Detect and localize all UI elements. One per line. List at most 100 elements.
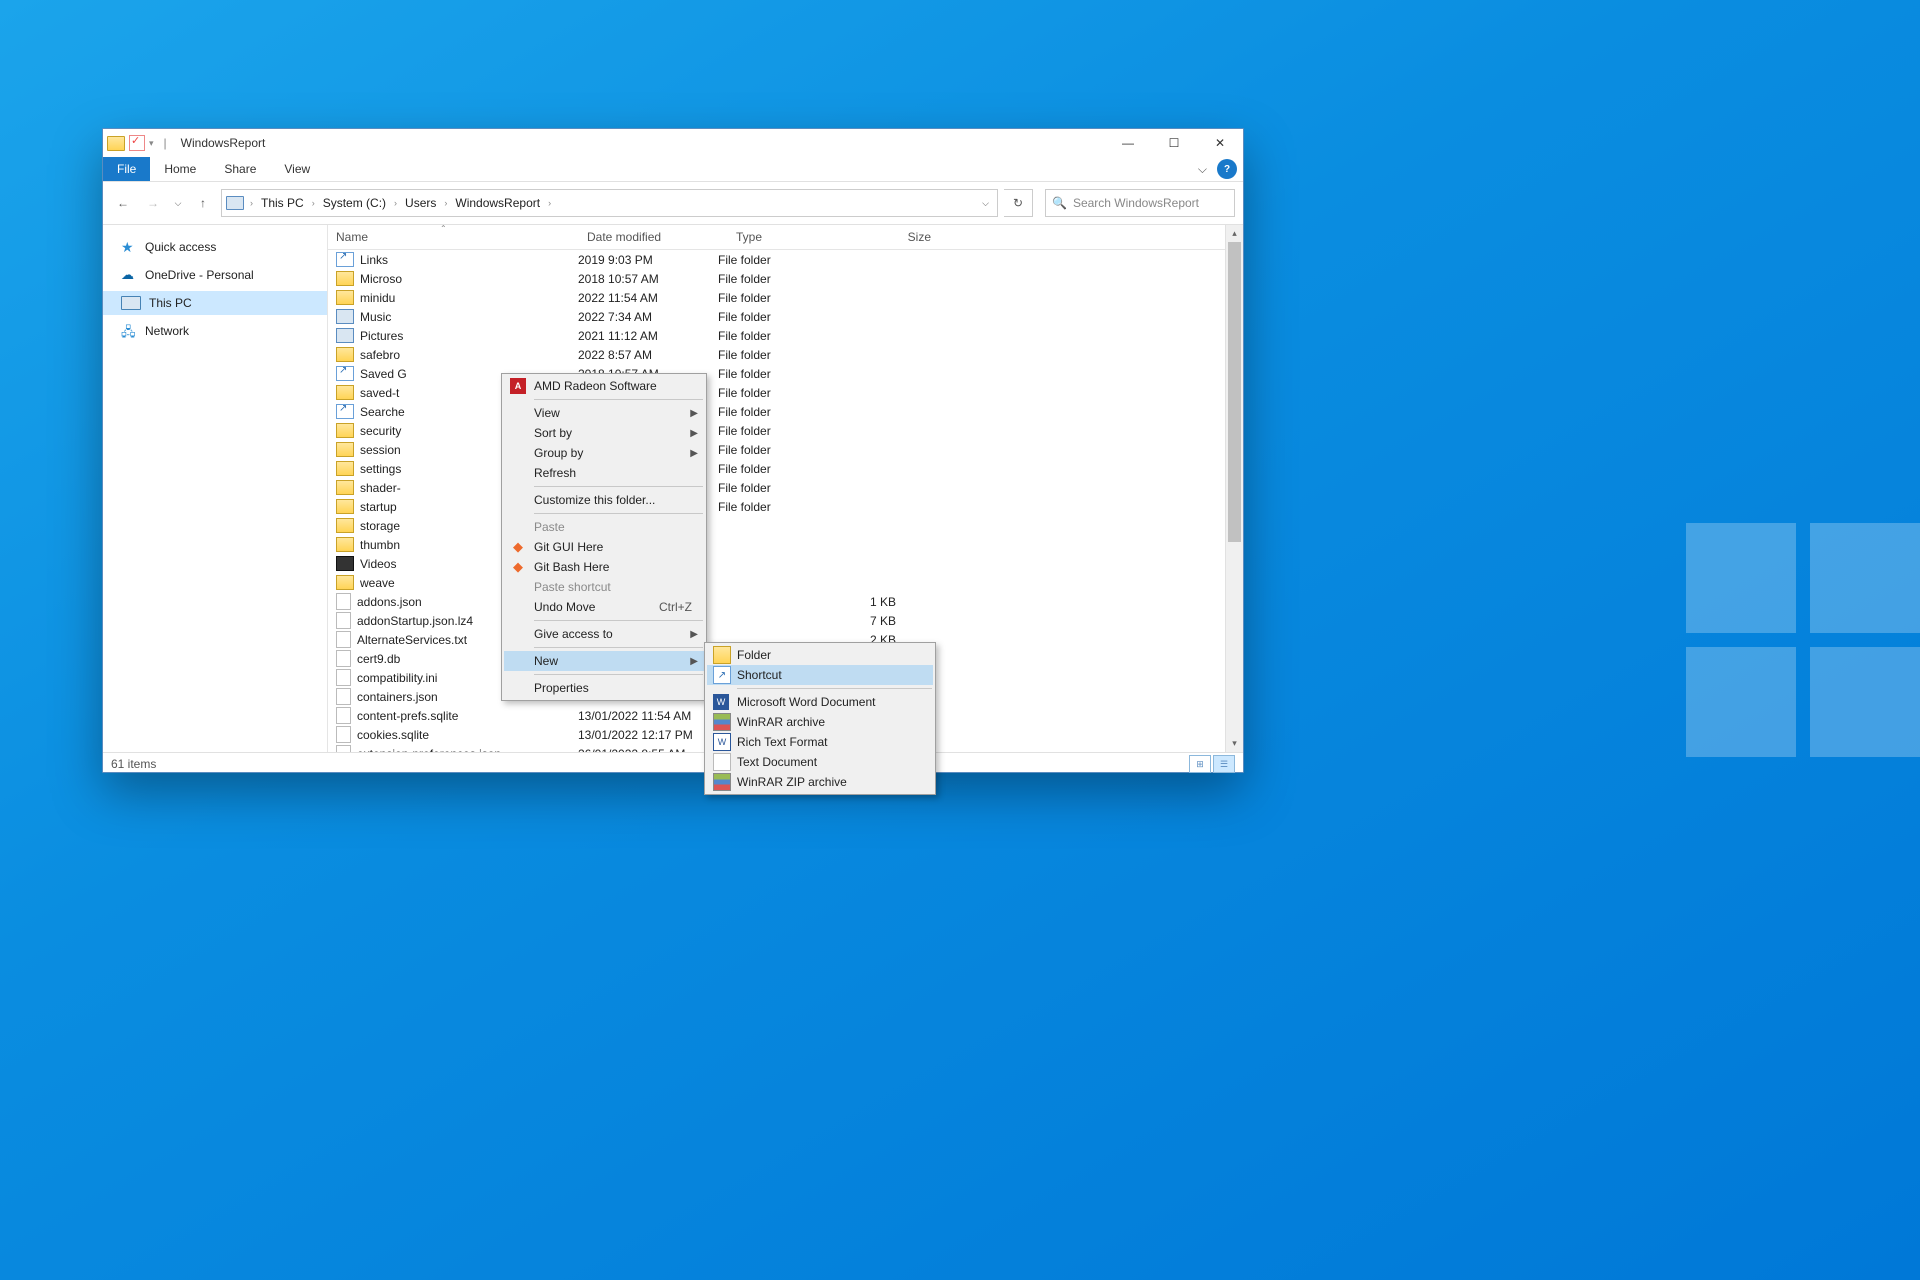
file-icon: [336, 423, 354, 438]
scroll-down-icon[interactable]: ▾: [1226, 735, 1243, 752]
recent-dropdown-icon[interactable]: ⌵: [171, 191, 185, 215]
file-icon: [336, 631, 351, 648]
file-row[interactable]: safebro2022 8:57 AMFile folder: [328, 345, 1243, 364]
home-tab[interactable]: Home: [150, 157, 210, 181]
file-row[interactable]: weave26/01: [328, 573, 1243, 592]
menu-new-shortcut[interactable]: ↗Shortcut: [707, 665, 933, 685]
file-row[interactable]: saved-t2022 8:57 AMFile folder: [328, 383, 1243, 402]
nav-quick-access[interactable]: ★Quick access: [103, 235, 327, 259]
file-icon: [336, 688, 351, 705]
file-date: 2022 8:57 AM: [570, 348, 710, 362]
menu-give-access[interactable]: Give access to▶: [504, 624, 704, 644]
folder-icon[interactable]: [107, 136, 125, 151]
search-box[interactable]: 🔍 Search WindowsReport: [1045, 189, 1235, 217]
file-row[interactable]: Pictures2021 11:12 AMFile folder: [328, 326, 1243, 345]
file-name: cookies.sqlite: [357, 728, 429, 742]
file-row[interactable]: security2022 11:54 AMFile folder: [328, 421, 1243, 440]
titlebar[interactable]: ▾ | WindowsReport — ☐ ✕: [103, 129, 1243, 157]
refresh-button[interactable]: ↻: [1004, 189, 1033, 217]
address-dropdown-icon[interactable]: ⌵: [982, 198, 989, 209]
file-row[interactable]: shader-2022 8:55 AMFile folder: [328, 478, 1243, 497]
view-tab[interactable]: View: [270, 157, 324, 181]
menu-amd[interactable]: AAMD Radeon Software: [504, 376, 704, 396]
back-button[interactable]: ←: [111, 191, 135, 215]
maximize-button[interactable]: ☐: [1151, 129, 1197, 157]
qat-dropdown-icon[interactable]: ▾: [149, 138, 154, 149]
col-name[interactable]: Name: [328, 230, 579, 244]
file-row[interactable]: Music2022 7:34 AMFile folder: [328, 307, 1243, 326]
menu-git-bash[interactable]: ◆Git Bash Here: [504, 557, 704, 577]
menu-group-by[interactable]: Group by▶: [504, 443, 704, 463]
menu-view[interactable]: View▶: [504, 403, 704, 423]
windows-logo: [1686, 523, 1920, 757]
menu-new-txt[interactable]: Text Document: [707, 752, 933, 772]
forward-button[interactable]: →: [141, 191, 165, 215]
file-name: Links: [360, 253, 388, 267]
breadcrumb-seg[interactable]: Users: [401, 196, 440, 210]
file-row[interactable]: storage: [328, 516, 1243, 535]
file-row[interactable]: session2022 8:57 AMFile folder: [328, 440, 1243, 459]
file-row[interactable]: addons.json13/011 KB: [328, 592, 1243, 611]
scroll-thumb[interactable]: [1228, 242, 1241, 542]
menu-new-zip[interactable]: WinRAR ZIP archive: [707, 772, 933, 792]
breadcrumb-seg[interactable]: This PC: [257, 196, 308, 210]
menu-git-gui[interactable]: ◆Git GUI Here: [504, 537, 704, 557]
file-row[interactable]: Saved G2018 10:57 AMFile folder: [328, 364, 1243, 383]
file-type: File folder: [710, 291, 828, 305]
file-date: 2022 11:54 AM: [570, 291, 710, 305]
column-headers: ⌃ Name Date modified Type Size: [328, 225, 1243, 250]
file-row[interactable]: Searche2021 11:11 AMFile folder: [328, 402, 1243, 421]
file-row[interactable]: addonStartup.json.lz413/017 KB: [328, 611, 1243, 630]
menu-undo-move[interactable]: Undo MoveCtrl+Z: [504, 597, 704, 617]
properties-icon[interactable]: [129, 135, 145, 151]
menu-new[interactable]: New▶: [504, 651, 704, 671]
file-row[interactable]: thumbn: [328, 535, 1243, 554]
nav-onedrive[interactable]: ☁OneDrive - Personal: [103, 263, 327, 287]
scrollbar[interactable]: ▴ ▾: [1225, 225, 1243, 752]
nav-this-pc[interactable]: This PC: [103, 291, 327, 315]
menu-new-word[interactable]: WMicrosoft Word Document: [707, 692, 933, 712]
file-row[interactable]: Videos: [328, 554, 1243, 573]
file-name: Searche: [360, 405, 405, 419]
file-type: File folder: [710, 329, 828, 343]
menu-new-rar[interactable]: WinRAR archive: [707, 712, 933, 732]
nav-network[interactable]: 🖧Network: [103, 319, 327, 343]
help-button[interactable]: ?: [1217, 159, 1237, 179]
view-large-icons-button[interactable]: ⊞: [1189, 755, 1211, 773]
address-bar[interactable]: › This PC› System (C:)› Users› WindowsRe…: [221, 189, 998, 217]
nav-pane: ★Quick access ☁OneDrive - Personal This …: [103, 225, 328, 752]
col-date[interactable]: Date modified: [579, 230, 728, 244]
menu-new-rtf[interactable]: WRich Text Format: [707, 732, 933, 752]
file-name: minidu: [360, 291, 395, 305]
amd-icon: A: [510, 378, 526, 394]
file-row[interactable]: minidu 2022 11:54 AMFile folder: [328, 288, 1243, 307]
col-size[interactable]: Size: [855, 230, 940, 244]
menu-new-folder[interactable]: Folder: [707, 645, 933, 665]
file-name: Pictures: [360, 329, 403, 343]
file-tab[interactable]: File: [103, 157, 150, 181]
minimize-button[interactable]: —: [1105, 129, 1151, 157]
view-details-button[interactable]: ☰: [1213, 755, 1235, 773]
breadcrumb-seg[interactable]: WindowsReport: [451, 196, 544, 210]
file-row[interactable]: Links2019 9:03 PMFile folder: [328, 250, 1243, 269]
menu-customize[interactable]: Customize this folder...: [504, 490, 704, 510]
scroll-up-icon[interactable]: ▴: [1226, 225, 1243, 242]
ribbon-expand-icon[interactable]: ⌵: [1198, 157, 1207, 181]
share-tab[interactable]: Share: [210, 157, 270, 181]
file-date: 13/01/2022 11:54 AM: [570, 709, 710, 723]
nav-toolbar: ← → ⌵ ↑ › This PC› System (C:)› Users› W…: [103, 182, 1243, 225]
file-row[interactable]: settings2022 11:54 AMFile folder: [328, 459, 1243, 478]
file-row[interactable]: startup2022 8:57 AMFile folder: [328, 497, 1243, 516]
up-button[interactable]: ↑: [191, 191, 215, 215]
file-type: File folder: [710, 443, 828, 457]
file-name: safebro: [360, 348, 400, 362]
menu-properties[interactable]: Properties: [504, 678, 704, 698]
status-bar: 61 items ⊞ ☰: [103, 752, 1243, 775]
breadcrumb-seg[interactable]: System (C:): [319, 196, 390, 210]
file-row[interactable]: Microso2018 10:57 AMFile folder: [328, 269, 1243, 288]
submenu-arrow-icon: ▶: [690, 408, 698, 419]
col-type[interactable]: Type: [728, 230, 855, 244]
menu-sort-by[interactable]: Sort by▶: [504, 423, 704, 443]
close-button[interactable]: ✕: [1197, 129, 1243, 157]
menu-refresh[interactable]: Refresh: [504, 463, 704, 483]
